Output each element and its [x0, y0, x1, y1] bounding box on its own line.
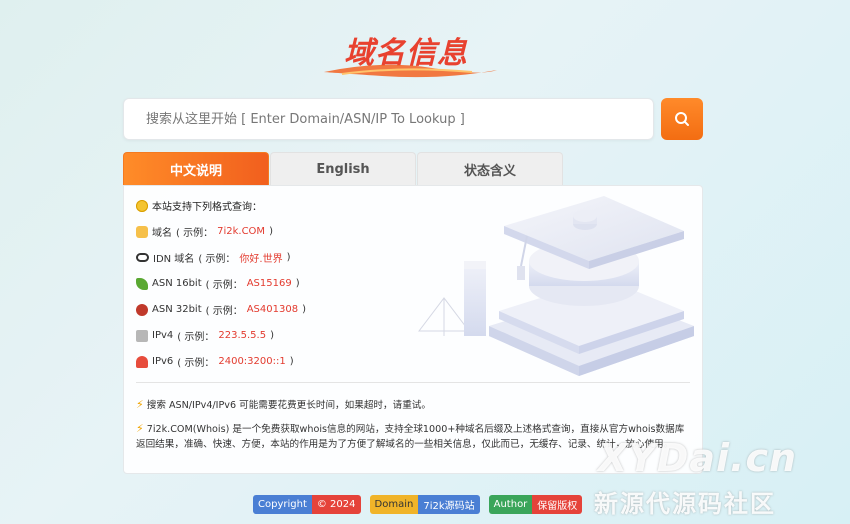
format-example[interactable]: 你好.世界 — [239, 250, 282, 265]
format-suffix: ) — [289, 356, 294, 367]
lightning-icon: ⚡ — [136, 398, 144, 411]
format-item: ASN 16bit ( 示例： AS15169 ) — [136, 276, 300, 291]
format-example[interactable]: AS401308 — [247, 304, 298, 315]
tab-status[interactable]: 状态含义 — [417, 152, 563, 185]
domain-badge[interactable]: Domain 7i2k源码站 — [369, 495, 480, 514]
intro-text: 本站支持下列格式查询： — [152, 202, 262, 213]
format-suffix: ) — [269, 226, 273, 237]
author-badge[interactable]: Author 保留版权 — [488, 495, 583, 514]
format-label: IPv4 — [152, 330, 174, 341]
search-icon — [675, 112, 689, 126]
format-item: IDN 域名 ( 示例： 你好.世界 ) — [136, 250, 291, 265]
format-suffix: ) — [295, 278, 300, 289]
gear-icon — [136, 303, 148, 316]
mushroom-icon — [136, 355, 148, 368]
footer-badges: Copyright © 2024 Domain 7i2k源码站 Author 保… — [253, 495, 583, 514]
format-prefix: ( 示例： — [205, 306, 243, 317]
divider — [136, 382, 690, 383]
tab-chinese[interactable]: 中文说明 — [123, 152, 269, 185]
sign-icon — [136, 329, 148, 342]
hand-icon — [136, 225, 148, 238]
format-prefix: ( 示例： — [176, 228, 214, 239]
graduation-cap-illustration — [417, 196, 694, 376]
badge-right: 保留版权 — [532, 495, 583, 514]
format-label: IPv6 — [152, 356, 174, 367]
watermark-name: 新源代源码社区 — [594, 490, 776, 518]
format-label: ASN 16bit — [152, 278, 202, 289]
format-item: IPv4 ( 示例： 223.5.5.5 ) — [136, 328, 274, 343]
badge-left: Author — [488, 495, 533, 514]
eyes-icon — [136, 253, 149, 262]
format-item: IPv6 ( 示例： 2400:3200::1 ) — [136, 354, 294, 369]
copyright-badge[interactable]: Copyright © 2024 — [253, 495, 361, 514]
content-panel: 本站支持下列格式查询： 域名 ( 示例： 7i2k.COM ) IDN 域名 ( … — [123, 185, 703, 474]
smile-icon — [136, 199, 148, 212]
badge-left: Domain — [369, 495, 419, 514]
search-box — [123, 98, 654, 140]
format-suffix: ) — [302, 304, 306, 315]
logo-swoosh-icon — [323, 64, 497, 78]
site-logo[interactable]: 域名信息 — [322, 26, 502, 78]
note-text: 搜索 ASN/IPv4/IPv6 可能需要花费更长时间，如果超时，请重试。 — [146, 400, 431, 411]
intro-line: 本站支持下列格式查询： — [136, 198, 262, 213]
badge-left: Copyright — [253, 495, 312, 514]
format-prefix: ( 示例： — [177, 358, 215, 369]
format-label: IDN 域名 — [153, 254, 195, 265]
badge-right: 7i2k源码站 — [418, 495, 480, 514]
note-timeout: ⚡ 搜索 ASN/IPv4/IPv6 可能需要花费更长时间，如果超时，请重试。 — [136, 397, 692, 413]
search-input[interactable] — [124, 99, 653, 139]
format-example[interactable]: 2400:3200::1 — [218, 356, 285, 367]
format-label: ASN 32bit — [152, 304, 202, 315]
tab-bar: 中文说明 English 状态含义 — [123, 152, 563, 186]
format-example[interactable]: 7i2k.COM — [217, 226, 265, 237]
tab-english[interactable]: English — [270, 152, 416, 185]
format-prefix: ( 示例： — [177, 332, 215, 343]
format-label: 域名 — [152, 228, 172, 239]
format-suffix: ) — [270, 330, 274, 341]
format-prefix: ( 示例： — [205, 280, 243, 291]
search-button[interactable] — [661, 98, 703, 140]
watermark-domain: XYDai.cn — [598, 436, 798, 480]
lightning-icon: ⚡ — [136, 422, 144, 435]
plant-icon — [136, 277, 148, 290]
format-item: 域名 ( 示例： 7i2k.COM ) — [136, 224, 273, 239]
format-suffix: ) — [286, 252, 291, 263]
format-item: ASN 32bit ( 示例： AS401308 ) — [136, 302, 306, 317]
badge-right: © 2024 — [311, 495, 361, 514]
format-example[interactable]: AS15169 — [247, 278, 292, 289]
format-example[interactable]: 223.5.5.5 — [218, 330, 266, 341]
format-prefix: ( 示例： — [198, 254, 236, 265]
